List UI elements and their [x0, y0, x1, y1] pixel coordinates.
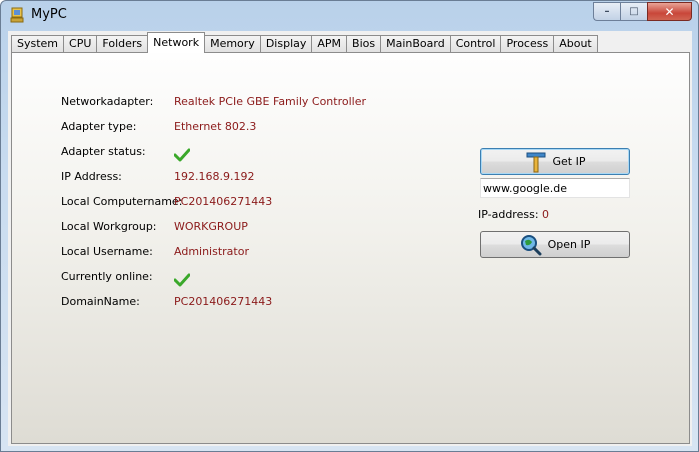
magnifier-globe-icon: [520, 234, 542, 255]
ip-result-label: IP-address:: [478, 208, 539, 221]
adapter-type-row: Adapter type: Ethernet 802.3: [61, 118, 256, 134]
get-ip-button[interactable]: Get IP: [480, 148, 630, 175]
network-panel: Networkadapter: Realtek PCIe GBE Family …: [11, 52, 690, 444]
ip-result: IP-address: 0: [478, 208, 549, 221]
get-ip-label: Get IP: [552, 155, 586, 168]
maximize-button[interactable]: □: [620, 2, 647, 21]
tab-network[interactable]: Network: [147, 32, 206, 53]
adapter-status-row: Adapter status:: [61, 143, 190, 162]
network-adapter-row: Networkadapter: Realtek PCIe GBE Family …: [61, 93, 366, 109]
close-button[interactable]: ✕: [647, 2, 692, 21]
domain-row: DomainName: PC201406271443: [61, 293, 272, 309]
app-window: MyPC – □ ✕ System CPU Folders Network Me…: [0, 0, 699, 452]
workgroup-label: Local Workgroup:: [61, 219, 157, 233]
adapter-type-value: Ethernet 802.3: [174, 119, 257, 133]
computer-name-label: Local Computername:: [61, 194, 183, 208]
checkmark-icon: [174, 148, 190, 162]
online-row: Currently online:: [61, 268, 190, 287]
open-ip-label: Open IP: [547, 238, 591, 251]
checkmark-icon: [174, 273, 190, 287]
tab-folders[interactable]: Folders: [96, 35, 148, 53]
tab-mainboard[interactable]: MainBoard: [380, 35, 450, 53]
client-area: System CPU Folders Network Memory Displa…: [8, 31, 692, 446]
tab-system[interactable]: System: [11, 35, 64, 53]
tab-strip: System CPU Folders Network Memory Displa…: [11, 32, 598, 53]
adapter-type-label: Adapter type:: [61, 119, 137, 133]
computer-name-row: Local Computername: PC201406271443: [61, 193, 272, 209]
ip-address-row: IP Address: 192.168.9.192: [61, 168, 254, 184]
tab-display[interactable]: Display: [259, 35, 312, 53]
tab-control[interactable]: Control: [449, 35, 501, 53]
domain-value: PC201406271443: [174, 294, 273, 308]
ip-result-value: 0: [542, 208, 550, 221]
url-input[interactable]: [480, 178, 630, 198]
username-label: Local Username:: [61, 244, 153, 258]
caption-buttons: – □ ✕: [593, 2, 692, 21]
title-bar[interactable]: MyPC – □ ✕: [1, 1, 698, 31]
tab-memory[interactable]: Memory: [205, 35, 260, 53]
tools-icon: [526, 152, 545, 172]
tab-process[interactable]: Process: [500, 35, 554, 53]
network-adapter-label: Networkadapter:: [61, 94, 154, 108]
minimize-button[interactable]: –: [593, 2, 620, 21]
domain-label: DomainName:: [61, 294, 140, 308]
tab-about[interactable]: About: [553, 35, 598, 53]
username-value: Administrator: [174, 244, 249, 258]
tab-apm[interactable]: APM: [311, 35, 347, 53]
network-adapter-value: Realtek PCIe GBE Family Controller: [174, 94, 367, 108]
computer-name-value: PC201406271443: [174, 194, 273, 208]
window-title: MyPC: [31, 7, 67, 22]
open-ip-button[interactable]: Open IP: [480, 231, 630, 258]
adapter-status-label: Adapter status:: [61, 144, 146, 158]
username-row: Local Username: Administrator: [61, 243, 249, 259]
tab-bios[interactable]: Bios: [346, 35, 381, 53]
app-icon: [10, 7, 24, 23]
online-label: Currently online:: [61, 269, 153, 283]
workgroup-value: WORKGROUP: [174, 219, 248, 233]
ip-address-label: IP Address:: [61, 169, 122, 183]
workgroup-row: Local Workgroup: WORKGROUP: [61, 218, 248, 234]
ip-address-value: 192.168.9.192: [174, 169, 255, 183]
tab-cpu[interactable]: CPU: [63, 35, 97, 53]
